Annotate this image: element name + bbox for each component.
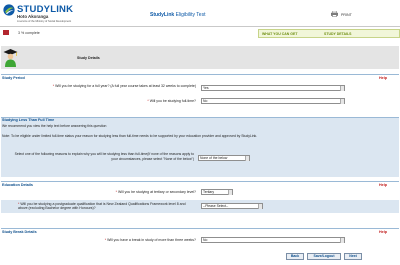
save-logout-button[interactable]: Save/Logout xyxy=(307,253,341,260)
postgraduate-value: --Please Select-- xyxy=(203,204,229,208)
study-break-header: Study Break Details Help xyxy=(1,228,399,234)
question-study-break-text: Will you have a break in study of more t… xyxy=(107,238,196,242)
study-break-value: No xyxy=(203,238,208,242)
print-link[interactable]: PRINT xyxy=(341,13,352,17)
reason-value: None of the below xyxy=(200,156,228,160)
question-level: * Will you be studying at tertiary or se… xyxy=(115,190,196,194)
brand-subtitle: Hoto Akoranga xyxy=(17,14,49,19)
help-link-study-break[interactable]: Help xyxy=(379,230,387,234)
page-title: StudyLink Eligibility Test xyxy=(150,12,205,18)
full-time-select[interactable]: No xyxy=(201,98,345,104)
study-details-label: Study Details xyxy=(77,56,100,60)
question-postgraduate-text: Will you be studying a postgraduate qual… xyxy=(18,202,186,211)
question-full-time: * Will you be studying full-time? xyxy=(147,99,196,103)
full-year-select[interactable]: Yes xyxy=(201,85,345,91)
chevron-down-icon xyxy=(340,238,344,243)
page-title-bold: StudyLink xyxy=(150,12,175,18)
study-details-banner xyxy=(1,46,399,69)
reason-select[interactable]: None of the below xyxy=(198,155,250,161)
chevron-down-icon xyxy=(228,190,232,195)
study-level-select[interactable]: Tertiary xyxy=(201,189,233,195)
chevron-down-icon xyxy=(340,99,344,104)
question-postgraduate: * Will you be studying a postgraduate qu… xyxy=(18,202,186,211)
education-details-header: Education Details Help xyxy=(1,181,399,187)
study-break-title: Study Break Details xyxy=(2,229,37,234)
chevron-down-icon xyxy=(258,204,262,209)
question-full-time-text: Will you be studying full-time? xyxy=(149,99,196,103)
less-than-full-time-note: Note: To be eligible under limited full-… xyxy=(2,134,258,138)
question-level-text: Will you be studying at tertiary or seco… xyxy=(117,190,196,194)
tab-study-details[interactable]: STUDY DETAILS xyxy=(324,32,351,36)
progress-flag-icon xyxy=(3,30,9,35)
less-than-full-time-question: Select one of the following reasons to e… xyxy=(14,152,194,161)
study-level-value: Tertiary xyxy=(203,190,215,194)
study-break-select[interactable]: No xyxy=(201,237,345,243)
next-button[interactable]: Next xyxy=(344,253,362,260)
chevron-down-icon xyxy=(245,156,249,161)
study-period-header: Study Period Help xyxy=(1,74,399,80)
progress-text: 3 % complete xyxy=(18,31,40,35)
page-title-rest: Eligibility Test xyxy=(175,12,206,18)
tab-what-you-can-get[interactable]: WHAT YOU CAN GET xyxy=(262,32,297,36)
full-year-value: Yes xyxy=(203,86,209,90)
printer-icon[interactable] xyxy=(331,11,338,17)
full-time-value: No xyxy=(203,99,208,103)
graduate-icon xyxy=(3,49,18,67)
question-study-break: * Will you have a break in study of more… xyxy=(104,238,196,242)
education-details-title: Education Details xyxy=(2,182,33,187)
chevron-down-icon xyxy=(340,86,344,91)
less-than-full-time-intro: We recommend you view the help text befo… xyxy=(2,124,107,128)
studylink-logo-icon xyxy=(3,4,15,16)
question-full-year: * Will you be studying for a full year? … xyxy=(52,84,196,88)
back-button[interactable]: Back xyxy=(286,253,304,260)
less-than-full-time-title: Studying Less Than Full Time xyxy=(2,118,55,122)
question-full-year-text: Will you be studying for a full year? (A… xyxy=(55,84,196,88)
study-period-title: Study Period xyxy=(2,75,25,80)
postgraduate-select[interactable]: --Please Select-- xyxy=(201,203,263,209)
help-link-education[interactable]: Help xyxy=(379,183,387,187)
help-link-study-period[interactable]: Help xyxy=(379,76,387,80)
brand-tagline: A service of the Ministry of Social Deve… xyxy=(17,19,72,23)
